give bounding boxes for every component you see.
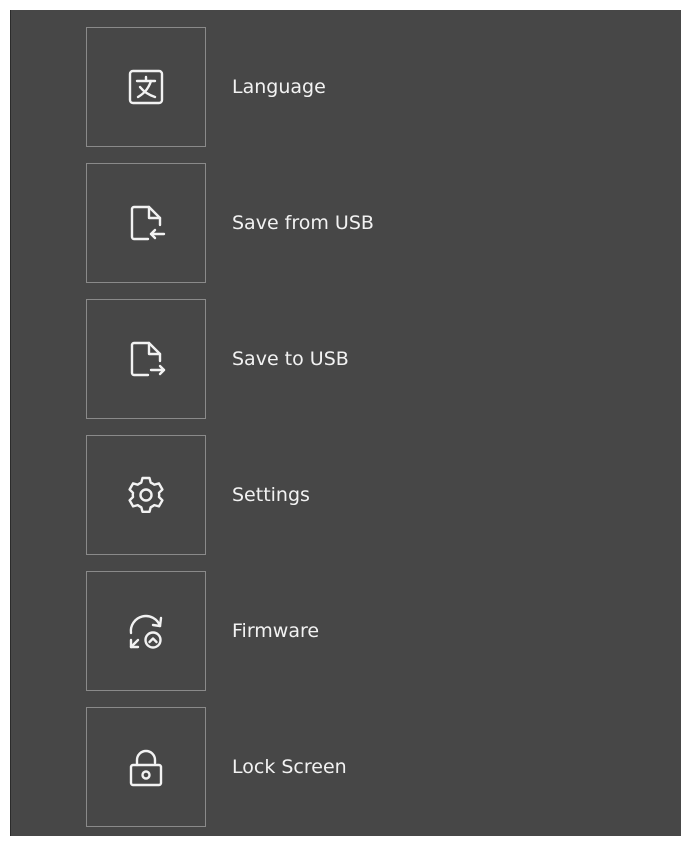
menu-item-settings[interactable]: Settings (86, 435, 374, 555)
gear-icon (128, 476, 164, 513)
menu-item-save-from-usb[interactable]: Save from USB (86, 163, 374, 283)
menu-item-language[interactable]: Language (86, 27, 374, 147)
menu-item-label: Lock Screen (232, 756, 347, 778)
menu-item-lock-screen[interactable]: Lock Screen (86, 707, 374, 827)
menu-item-icon-box (86, 707, 206, 827)
menu-item-label: Language (232, 76, 326, 98)
menu-item-save-to-usb[interactable]: Save to USB (86, 299, 374, 419)
settings-menu-panel: Language Save from USB Save to USB Setti… (10, 10, 681, 836)
menu-item-label: Settings (232, 484, 310, 506)
menu-item-label: Save from USB (232, 212, 374, 234)
menu-item-icon-box (86, 435, 206, 555)
menu-item-label: Firmware (232, 620, 320, 642)
settings-menu: Language Save from USB Save to USB Setti… (86, 27, 374, 843)
file-import-icon (130, 205, 166, 241)
menu-item-label: Save to USB (232, 348, 349, 370)
file-export-icon (130, 341, 166, 377)
lock-icon (129, 749, 163, 787)
language-icon (128, 69, 164, 105)
firmware-update-icon (129, 614, 163, 649)
menu-item-icon-box (86, 27, 206, 147)
menu-item-icon-box (86, 571, 206, 691)
menu-item-icon-box (86, 163, 206, 283)
menu-item-icon-box (86, 299, 206, 419)
menu-item-firmware[interactable]: Firmware (86, 571, 374, 691)
